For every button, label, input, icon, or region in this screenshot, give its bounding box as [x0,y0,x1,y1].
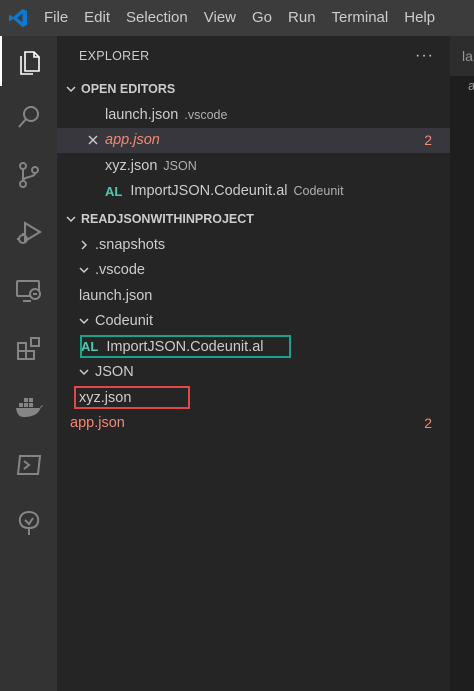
chevron-down-icon [63,84,79,94]
file-item[interactable]: launch.json [57,283,450,309]
remote-explorer-icon[interactable] [0,266,57,316]
problem-count-badge: 2 [424,132,432,149]
explorer-title: EXPLORER [79,49,150,63]
file-name: launch.json [79,287,153,304]
menu-terminal[interactable]: Terminal [324,0,397,36]
chevron-right-icon [77,240,91,250]
open-editor-item[interactable]: launch.json .vscode [57,102,450,128]
chevron-down-icon [77,265,91,275]
highlight-box-red [74,386,190,409]
menu-help[interactable]: Help [396,0,443,36]
file-name: xyz.json [105,157,158,174]
folder-item[interactable]: Codeunit [57,309,450,335]
chevron-down-icon [77,316,91,326]
chevron-down-icon [63,214,79,224]
terminal-icon[interactable] [0,440,57,490]
file-name: app.json [105,132,160,149]
explorer-icon[interactable] [0,36,57,86]
source-control-icon[interactable] [0,150,57,200]
project-section[interactable]: READJSONWITHINPROJECT [57,206,450,232]
editor-text: a [468,78,474,93]
open-editor-item-active[interactable]: app.json 2 [57,127,450,153]
open-editor-item[interactable]: xyz.json JSON [57,153,450,179]
folder-item[interactable]: .vscode [57,258,450,284]
menu-file[interactable]: File [36,0,76,36]
run-debug-icon[interactable] [0,208,57,258]
folder-item[interactable]: JSON [57,360,450,386]
problem-count-badge: 2 [424,415,432,432]
tree-icon[interactable] [0,498,57,548]
folder-name: JSON [95,364,134,381]
menu-go[interactable]: Go [244,0,280,36]
explorer-header: EXPLORER ··· [57,36,450,76]
file-name: app.json [70,415,125,432]
more-actions-icon[interactable]: ··· [415,47,434,65]
open-editor-item[interactable]: AL ImportJSON.Codeunit.al Codeunit [57,179,450,205]
menu-view[interactable]: View [196,0,244,36]
folder-name: .snapshots [95,236,166,253]
menu-edit[interactable]: Edit [76,0,118,36]
file-description: Codeunit [293,184,344,199]
file-item[interactable]: app.json 2 [57,411,450,437]
folder-item[interactable]: .snapshots [57,232,450,258]
highlight-box-green [80,335,291,358]
docker-icon[interactable] [0,382,57,432]
file-description: .vscode [184,107,228,122]
open-editors-title: OPEN EDITORS [81,82,176,96]
al-file-icon: AL [105,183,123,199]
folder-name: Codeunit [95,313,154,330]
menu-bar: File Edit Selection View Go Run Terminal… [0,0,474,36]
close-icon[interactable] [87,134,105,146]
editor-tab[interactable]: la [450,36,474,76]
menu-run[interactable]: Run [280,0,324,36]
chevron-down-icon [77,367,91,377]
file-name: launch.json [105,106,179,123]
vscode-logo-icon[interactable] [0,0,36,36]
file-description: JSON [163,158,197,173]
file-name: ImportJSON.Codeunit.al [130,183,288,200]
editor-area [450,36,474,691]
search-icon[interactable] [0,92,57,142]
project-title: READJSONWITHINPROJECT [81,212,254,226]
menu-selection[interactable]: Selection [118,0,196,36]
extensions-icon[interactable] [0,324,57,374]
explorer-sidebar: EXPLORER ··· OPEN EDITORS launch.json .v… [57,36,450,691]
folder-name: .vscode [95,262,145,279]
activity-bar [0,36,57,691]
open-editors-section[interactable]: OPEN EDITORS [57,76,450,102]
